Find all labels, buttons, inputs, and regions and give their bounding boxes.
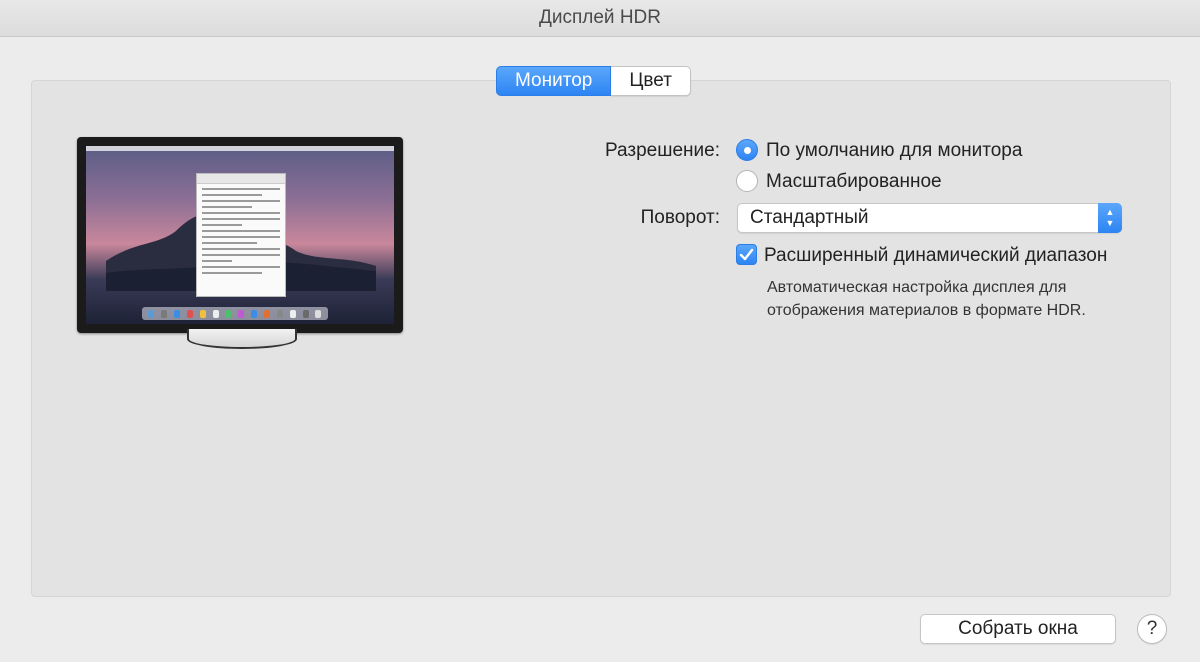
monitor-stand <box>187 329 297 349</box>
desktop-wallpaper <box>86 146 394 324</box>
menu-bar <box>86 146 394 151</box>
resolution-default-label[interactable]: По умолчанию для монитора <box>766 140 1022 162</box>
resolution-scaled-radio[interactable] <box>736 170 758 192</box>
checkmark-icon <box>739 248 754 261</box>
monitor-image <box>77 137 403 333</box>
hdr-description: Автоматическая настройка дисплея для ото… <box>767 276 1086 322</box>
dock <box>142 307 328 320</box>
hdr-description-line-1: Автоматическая настройка дисплея для <box>767 279 1067 296</box>
hdr-description-line-2: отображения материалов в формате HDR. <box>767 302 1086 319</box>
gather-windows-button[interactable]: Собрать окна <box>920 614 1116 644</box>
hdr-label[interactable]: Расширенный динамический диапазон <box>764 245 1107 267</box>
rotation-select-value: Стандартный <box>750 207 869 228</box>
display-preferences-window: Дисплей HDR Монитор Цвет Разрешение: По … <box>0 0 1200 662</box>
tab-color[interactable]: Цвет <box>611 66 691 96</box>
resolution-label: Разрешение: <box>604 140 720 161</box>
rotation-label: Поворот: <box>640 207 720 228</box>
tab-bar: Монитор Цвет <box>496 66 691 96</box>
hdr-checkbox[interactable] <box>736 244 757 265</box>
resolution-scaled-label[interactable]: Масштабированное <box>766 171 942 193</box>
window-title: Дисплей HDR <box>0 0 1200 37</box>
help-button[interactable]: ? <box>1137 614 1167 644</box>
rotation-select[interactable]: Стандартный ▲ ▼ <box>737 203 1122 233</box>
chevron-up-down-icon: ▲ ▼ <box>1098 203 1122 233</box>
tab-monitor[interactable]: Монитор <box>496 66 612 96</box>
resolution-default-radio[interactable] <box>736 139 758 161</box>
document-window-thumbnail <box>196 173 286 297</box>
